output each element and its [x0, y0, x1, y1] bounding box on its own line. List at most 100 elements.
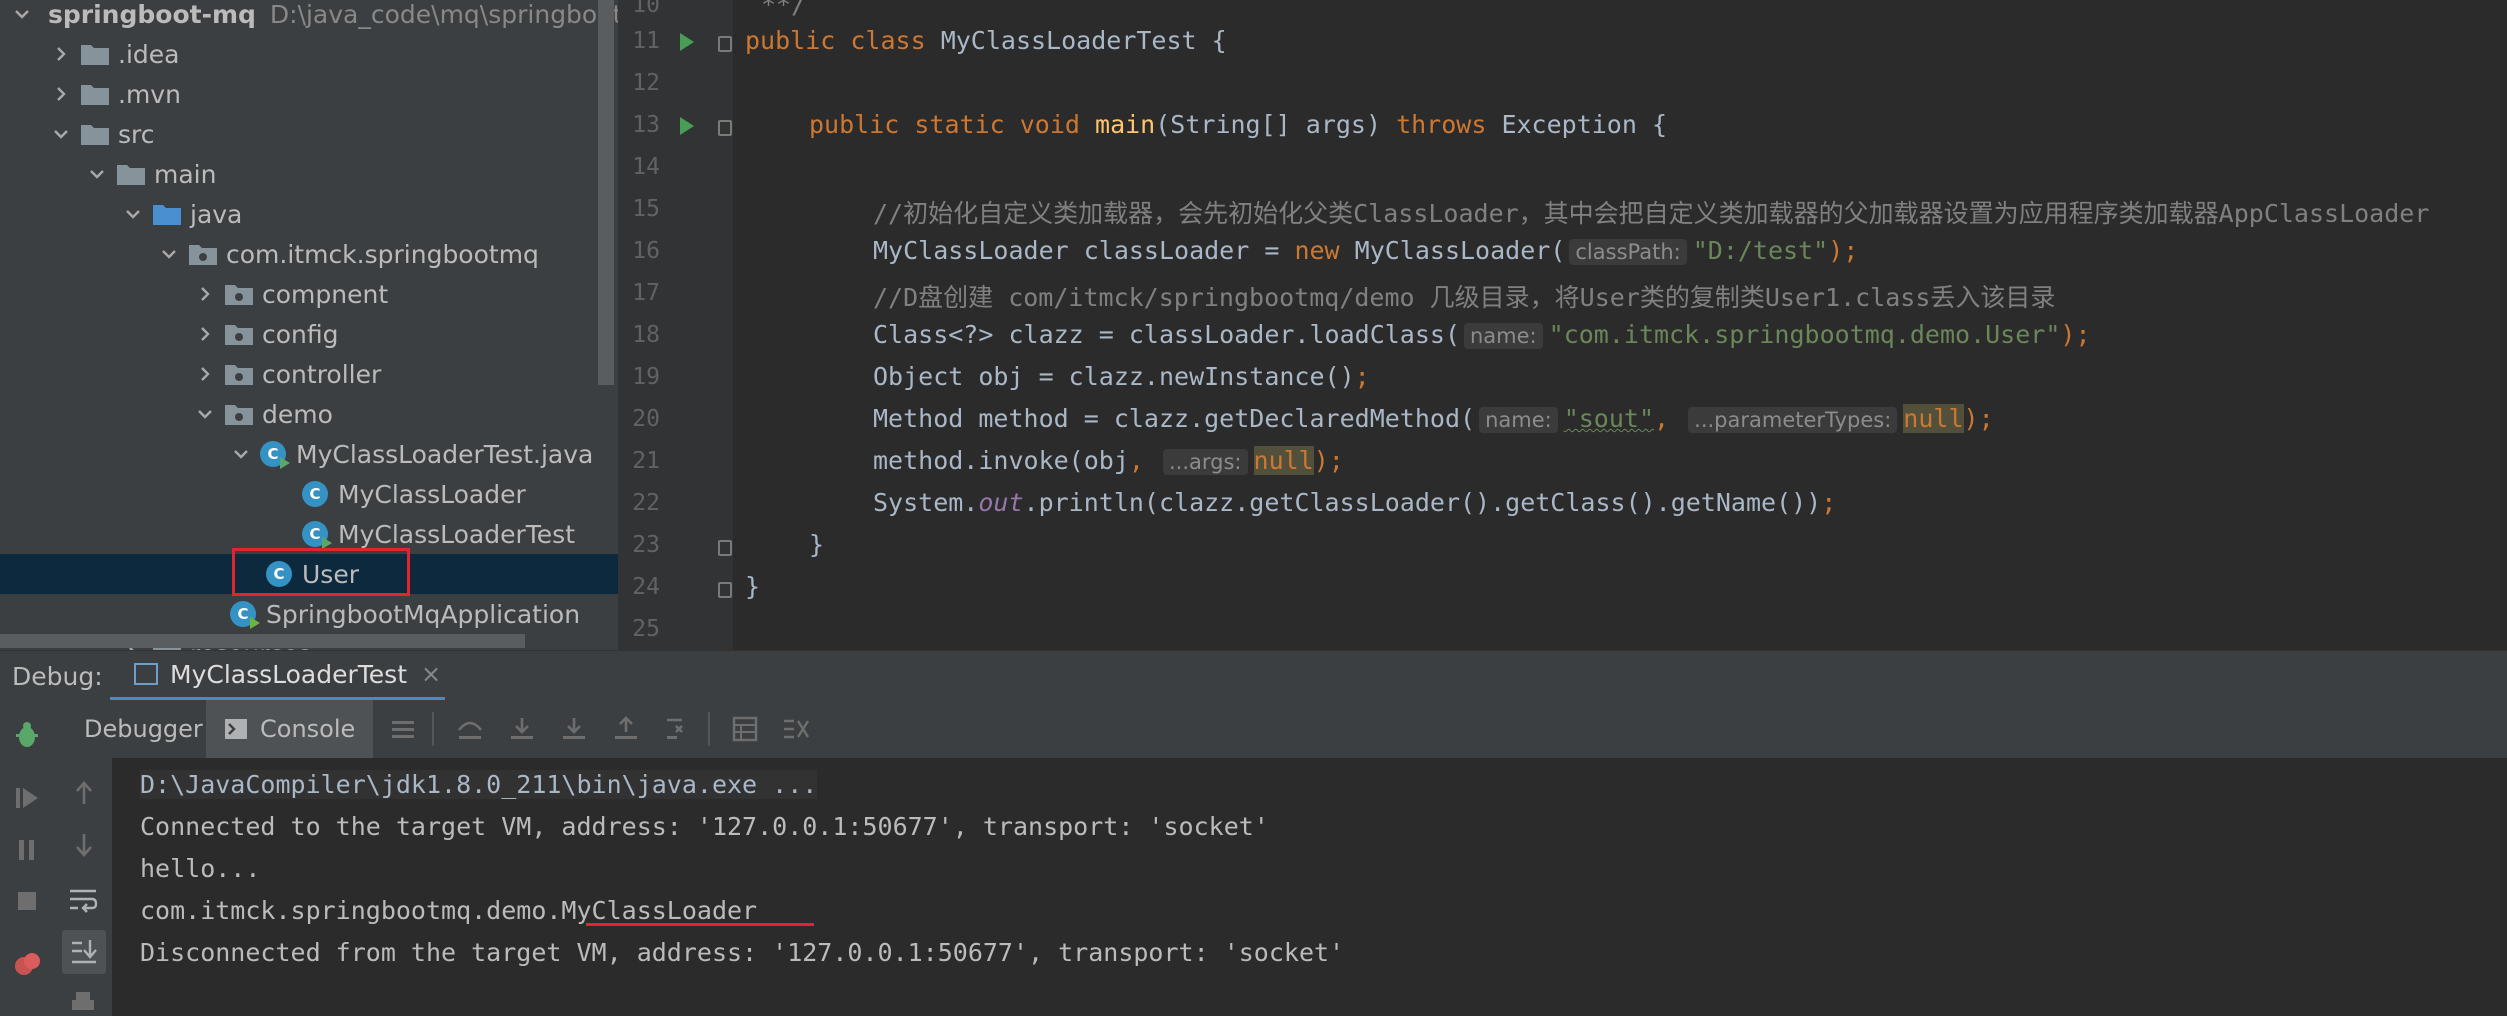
console-side-toolbar	[56, 758, 113, 1016]
tab-debugger[interactable]: Debugger	[84, 700, 203, 758]
tree-item-mvn[interactable]: .mvn	[0, 74, 618, 114]
tree-item-label: .idea	[118, 39, 180, 69]
chevron-down-icon[interactable]	[158, 243, 180, 265]
tree-item-label: .mvn	[118, 79, 181, 109]
console-output[interactable]: D:\JavaCompiler\jdk1.8.0_211\bin\java.ex…	[112, 758, 2507, 1016]
tree-item-myclassloadertest-java[interactable]: C MyClassLoaderTest.java	[0, 434, 618, 474]
stop-icon[interactable]	[16, 890, 38, 912]
package-icon	[225, 365, 253, 385]
chevron-right-icon[interactable]	[50, 83, 72, 105]
tree-item-idea[interactable]: .idea	[0, 34, 618, 74]
package-icon	[225, 285, 253, 305]
line-number: 22	[632, 490, 660, 516]
chevron-right-icon[interactable]	[194, 363, 216, 385]
chevron-down-icon[interactable]	[50, 123, 72, 145]
run-gutter-icon[interactable]	[680, 33, 694, 51]
tree-item-label: java	[190, 199, 243, 229]
java-class-file-icon: C	[260, 441, 290, 469]
tree-item-src[interactable]: src	[0, 114, 618, 154]
tree-item-config[interactable]: config	[0, 314, 618, 354]
chevron-down-icon[interactable]	[194, 403, 216, 425]
pause-icon[interactable]	[16, 838, 38, 862]
debug-bug-icon[interactable]	[12, 720, 42, 750]
tree-item-package-springbootmq[interactable]: com.itmck.springbootmq	[0, 234, 618, 274]
line-number: 23	[632, 532, 660, 558]
package-icon	[225, 325, 253, 345]
tree-item-label: com.itmck.springbootmq	[226, 239, 539, 269]
line-number: 15	[632, 196, 660, 222]
run-gutter-icon[interactable]	[680, 117, 694, 135]
chevron-right-icon[interactable]	[194, 323, 216, 345]
soft-wrap-icon[interactable]	[68, 886, 98, 914]
line-number: 25	[632, 616, 660, 642]
tab-label: MyClassLoaderTest	[170, 659, 407, 689]
fold-marker-icon[interactable]	[718, 540, 732, 556]
menu-lines-icon[interactable]	[390, 718, 416, 740]
force-step-into-icon[interactable]	[560, 716, 588, 742]
chevron-down-icon[interactable]	[86, 163, 108, 185]
tree-vertical-scrollbar[interactable]	[598, 0, 614, 385]
code-line-13: public static void main(String[] args) t…	[809, 110, 1668, 139]
code-editor[interactable]: **/ public class MyClassLoaderTest { pub…	[733, 0, 2507, 650]
folder-icon	[81, 125, 109, 145]
debug-side-toolbar	[0, 700, 57, 1016]
tree-horizontal-scrollbar[interactable]	[0, 634, 525, 648]
arrow-down-icon[interactable]	[72, 832, 96, 858]
code-line-19: Object obj = clazz.newInstance();	[873, 362, 1370, 391]
chevron-right-icon[interactable]	[50, 43, 72, 65]
close-icon[interactable]: ×	[421, 660, 441, 688]
chevron-down-icon[interactable]	[12, 3, 32, 25]
arrow-up-icon[interactable]	[72, 780, 96, 806]
tree-item-label: controller	[262, 359, 382, 389]
trace-stream-icon[interactable]	[782, 716, 810, 742]
evaluate-expression-icon[interactable]	[732, 716, 758, 742]
tree-item-springbootmqapplication[interactable]: C SpringbootMqApplication	[0, 594, 618, 634]
scroll-to-end-icon	[72, 940, 97, 964]
tree-item-demo[interactable]: demo	[0, 394, 618, 434]
step-into-icon[interactable]	[508, 716, 536, 742]
chevron-down-icon[interactable]	[122, 203, 144, 225]
tree-item-label: main	[154, 159, 217, 189]
tree-root-springboot-mq[interactable]: springboot-mq D:\java_code\mq\springboot…	[0, 0, 618, 34]
debug-label: Debug:	[12, 661, 103, 691]
project-tree[interactable]: springboot-mq D:\java_code\mq\springboot…	[0, 0, 618, 650]
tree-item-compnent[interactable]: compnent	[0, 274, 618, 314]
chevron-right-icon[interactable]	[194, 283, 216, 305]
step-out-icon[interactable]	[612, 716, 640, 742]
tab-console[interactable]: Console	[206, 700, 374, 758]
tree-item-java[interactable]: java	[0, 194, 618, 234]
print-icon[interactable]	[70, 990, 96, 1016]
line-number: 24	[632, 574, 660, 600]
fold-marker-icon[interactable]	[718, 120, 732, 136]
line-number: 20	[632, 406, 660, 432]
tree-item-label: MyClassLoader	[338, 479, 526, 509]
tree-item-myclassloader[interactable]: C MyClassLoader	[0, 474, 618, 514]
tree-root-name: springboot-mq	[48, 0, 256, 29]
line-number: 21	[632, 448, 660, 474]
line-number: 16	[632, 238, 660, 264]
parameter-hint: name:	[1464, 323, 1543, 349]
scroll-to-end-toggle[interactable]	[62, 930, 106, 974]
class-icon: C	[302, 481, 328, 507]
run-to-cursor-icon[interactable]	[664, 716, 692, 742]
line-number: 11	[632, 28, 660, 54]
code-line-20: Method method = clazz.getDeclaredMethod(…	[873, 404, 1994, 433]
tab-myclassloadertest[interactable]: MyClassLoaderTest ×	[110, 651, 445, 701]
tree-item-label: SpringbootMqApplication	[266, 599, 581, 629]
parameter-hint: ...args:	[1163, 449, 1248, 475]
chevron-down-icon[interactable]	[230, 443, 252, 465]
line-number: 14	[632, 154, 660, 180]
annotation-highlight-box	[232, 548, 410, 596]
step-over-icon[interactable]	[456, 716, 484, 742]
resume-icon[interactable]	[14, 785, 40, 811]
code-line-21: method.invoke(obj, ...args: null);	[873, 446, 1344, 475]
tree-item-label: src	[118, 119, 155, 149]
line-number: 19	[632, 364, 660, 390]
tree-item-label: MyClassLoaderTest.java	[296, 439, 594, 469]
editor-gutter[interactable]: 10 11 12 13 14 15 16 17 18 19 20 21 22 2…	[618, 0, 733, 650]
tree-item-main[interactable]: main	[0, 154, 618, 194]
fold-marker-icon[interactable]	[718, 36, 732, 52]
tree-item-controller[interactable]: controller	[0, 354, 618, 394]
view-breakpoints-icon[interactable]	[12, 950, 42, 980]
fold-marker-icon[interactable]	[718, 582, 732, 598]
